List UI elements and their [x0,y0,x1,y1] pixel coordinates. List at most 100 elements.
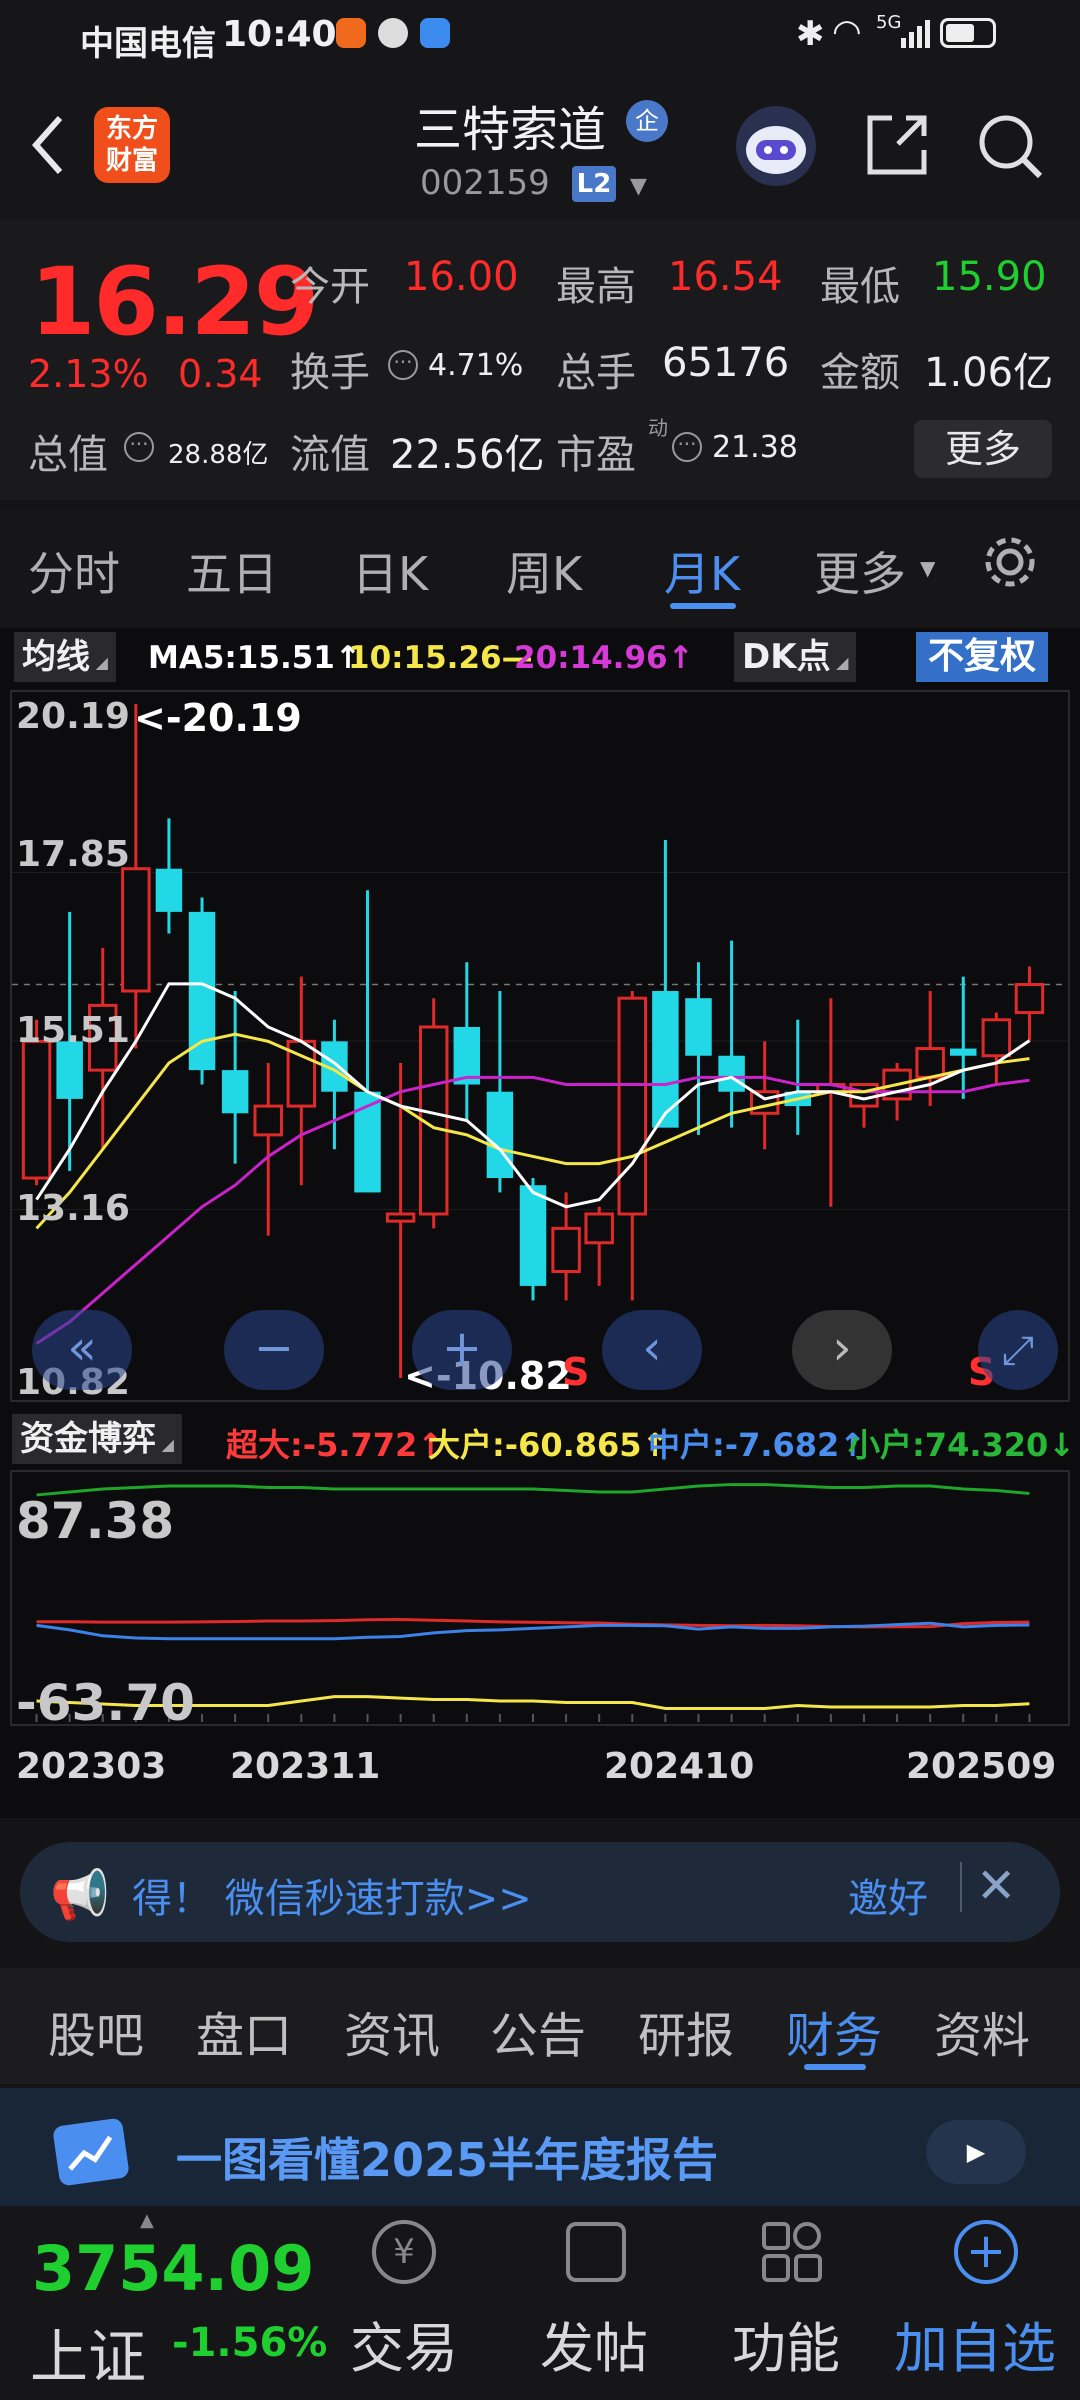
dk-point-label: DK点 [742,637,831,677]
candle-body [385,1212,416,1223]
candle-body [121,867,151,993]
more-quote-button[interactable]: 更多 [914,420,1052,478]
candle-body [1014,983,1045,1015]
index-change: -1.56% [172,2320,328,2366]
tab-five-day[interactable]: 五日 [186,538,278,604]
enterprise-badge: 企 [626,100,668,142]
chevron-right-icon: › [832,1320,852,1376]
indicator-selector[interactable]: 均线 ◢ [14,632,116,682]
scroll-right-button[interactable]: › [792,1310,892,1390]
status-bar: 中国电信 10:40 ✱ ◠ 5G [0,0,1080,70]
dk-point-button[interactable]: DK点 ◢ [734,632,857,682]
share-button[interactable] [862,110,932,180]
fund-flow-label: 资金博弈 [20,1419,156,1459]
pe-info-icon[interactable]: ··· [672,432,702,462]
tab-monthly-k[interactable]: 月K [664,538,740,604]
level2-badge[interactable]: L2 [572,166,616,202]
brand-line2: 财富 [105,146,158,176]
candle-body [617,996,648,1216]
tab-weekly-k[interactable]: 周K [506,538,582,604]
tab-finance[interactable]: 财务 [786,1996,882,2066]
megaphone-icon: 📢 [50,1867,110,1923]
promo-invite-text[interactable]: 邀好 [848,1866,928,1924]
adjust-mode-button[interactable]: 不复权 [916,632,1049,682]
kline-plot-frame [10,690,1070,1402]
open-value: 16.00 [404,254,519,300]
gear-icon [985,537,1035,587]
candle-body [486,1091,514,1179]
tab-profile[interactable]: 资料 [934,1996,1030,2066]
search-button[interactable] [974,110,1046,182]
tab-orderbook[interactable]: 盘口 [196,1996,292,2066]
mktcap-info-icon[interactable]: ··· [124,432,154,462]
nav-trade-label: 交易 [350,2317,458,2380]
back-arrow-icon [31,116,63,174]
trade-icon: ¥ [372,2220,436,2284]
candle [816,998,846,1207]
plus-icon: + [441,1320,483,1376]
back-button[interactable] [24,110,74,180]
search-icon [979,115,1043,179]
zoom-in-button[interactable]: + [412,1310,512,1390]
code-dropdown-icon[interactable]: ▼ [630,174,647,199]
candle [718,940,745,1128]
report-title[interactable]: 一图看懂2025半年度报告 [176,2124,718,2190]
tab-forum[interactable]: 股吧 [48,1996,144,2066]
brand-logo: 东方 财富 [94,107,170,183]
compose-icon [566,2222,626,2282]
candle [749,1041,780,1150]
date-label-4: 202509 [906,1746,1057,1787]
tab-daily-k[interactable]: 日K [352,538,428,604]
candle-body [915,1047,945,1079]
candle [685,962,712,1135]
tab-more[interactable]: 更多 [814,538,906,604]
date-label-2: 202311 [230,1746,381,1787]
tab-minute[interactable]: 分时 [28,538,120,604]
scroll-left-button[interactable]: ‹ [602,1310,702,1390]
turnover-label: 换手 [290,350,370,396]
float-label: 流值 [290,432,370,478]
float-value: 22.56亿 [390,432,545,478]
clock-time: 10:40 [222,14,337,55]
turnover-info-icon[interactable]: ··· [388,350,418,380]
nav-functions[interactable]: 功能 [732,2220,882,2390]
candle [188,897,216,1085]
tab-research[interactable]: 研报 [638,1996,734,2066]
change-percent: 2.13% [28,352,149,396]
sell-marker: S [562,1350,590,1394]
zoom-out-button[interactable]: − [224,1310,324,1390]
tab-announcements[interactable]: 公告 [490,1996,586,2066]
close-promo-icon[interactable]: ✕ [976,1858,1016,1914]
stock-name: 三特索道 [413,102,606,158]
amount-value: 1.06亿 [924,350,1054,396]
promo-text[interactable]: 得！ 微信秒速打款>> [132,1866,532,1924]
high-value: 16.54 [668,254,783,300]
report-play-button[interactable]: ▶ [926,2120,1026,2184]
more-dropdown-icon[interactable]: ▼ [920,556,935,580]
ma5-readout: MA5:15.51↑ [148,640,361,676]
small-readout: 小户:74.320↓ [848,1426,1076,1464]
chart-settings-button[interactable] [980,532,1040,592]
add-watchlist-button[interactable]: + 加自选 [894,2220,1074,2390]
scroll-left-fast-button[interactable]: « [32,1310,132,1390]
tab-news[interactable]: 资讯 [344,1996,440,2066]
stock-code[interactable]: 002159 [420,163,550,203]
nav-trade[interactable]: ¥ 交易 [350,2220,500,2390]
candle [321,1019,348,1150]
nav-post[interactable]: 发帖 [540,2220,690,2390]
double-chevron-left-icon: « [67,1320,97,1376]
bluetooth-icon: ✱ [796,14,825,54]
candle [584,1206,614,1286]
fund-flow-selector[interactable]: 资金博弈 ◢ [12,1414,182,1464]
candle-body [749,1090,780,1115]
y-label-2: 17.85 [16,834,130,875]
grid-icon [762,2222,822,2282]
share-icon [867,115,927,175]
index-ticker[interactable]: ▲ 3754.09 上证 -1.56% [0,2206,330,2400]
index-value: 3754.09 [32,2232,315,2305]
low-label: 最低 [820,264,900,310]
nav-functions-label: 功能 [732,2317,840,2380]
amount-label: 金额 [820,350,900,396]
assistant-robot-icon[interactable] [736,106,816,186]
fullscreen-button[interactable]: ⤢ [978,1310,1058,1390]
